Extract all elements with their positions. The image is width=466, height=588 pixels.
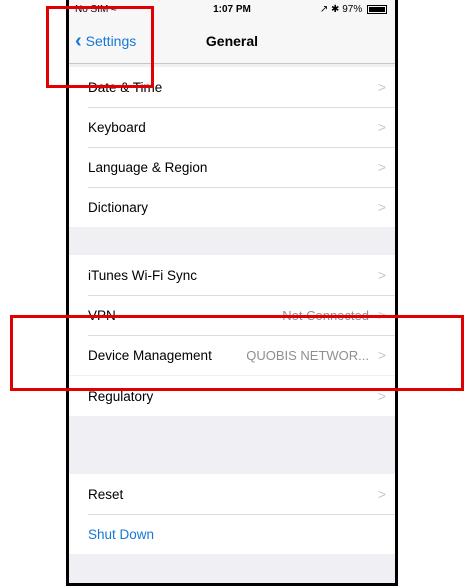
row-language-region[interactable]: Language & Region > [69,147,395,187]
chevron-right-icon: > [377,159,387,175]
settings-group-4: Reset > Shut Down [69,474,395,554]
row-value: Not Connected [282,307,369,323]
chevron-right-icon: > [377,307,387,323]
row-value: QUOBIS NETWOR... [246,347,369,363]
row-label: Dictionary [88,199,149,215]
row-label: VPN [88,307,116,323]
location-icon: ↗ [319,4,329,15]
row-label: iTunes Wi-Fi Sync [88,267,198,283]
row-label: Reset [88,486,124,502]
navigation-bar: ‹ Settings General [69,22,395,64]
status-right: ↗ ✱ 97% [320,4,387,15]
chevron-right-icon: > [377,267,387,283]
chevron-right-icon: > [377,388,387,404]
battery-icon [367,4,387,14]
row-vpn[interactable]: VPN Not Connected > [69,295,395,335]
shut-down-label: Shut Down [88,526,155,542]
chevron-right-icon: > [377,199,387,215]
row-keyboard[interactable]: Keyboard > [69,107,395,147]
bluetooth-icon: ✱ [331,4,340,15]
row-label: Language & Region [88,159,208,175]
row-date-time[interactable]: Date & Time > [69,67,395,107]
row-device-management[interactable]: Device Management QUOBIS NETWOR... > [69,335,395,375]
row-label: Date & Time [88,79,163,95]
row-shut-down[interactable]: Shut Down [69,514,395,554]
status-bar: No SIM ≈ 1:07 PM ↗ ✱ 97% [69,0,395,22]
phone-screen: No SIM ≈ 1:07 PM ↗ ✱ 97% ‹ Settings Gene… [66,0,398,586]
row-reset[interactable]: Reset > [69,474,395,514]
settings-group-1: Date & Time > Keyboard > Language & Regi… [69,67,395,227]
row-label: Regulatory [88,388,154,404]
row-regulatory[interactable]: Regulatory > [69,376,395,416]
row-label: Keyboard [88,119,146,135]
page-title: General [205,33,259,49]
row-itunes-wifi-sync[interactable]: iTunes Wi-Fi Sync > [69,255,395,295]
row-dictionary[interactable]: Dictionary > [69,187,395,227]
settings-group-3: Regulatory > [69,376,395,416]
battery-percent: 97% [342,4,363,15]
row-label: Device Management [88,347,212,363]
chevron-right-icon: > [377,347,387,363]
chevron-right-icon: > [377,119,387,135]
chevron-right-icon: > [377,486,387,502]
settings-group-2: iTunes Wi-Fi Sync > VPN Not Connected > … [69,255,395,375]
chevron-right-icon: > [377,79,387,95]
